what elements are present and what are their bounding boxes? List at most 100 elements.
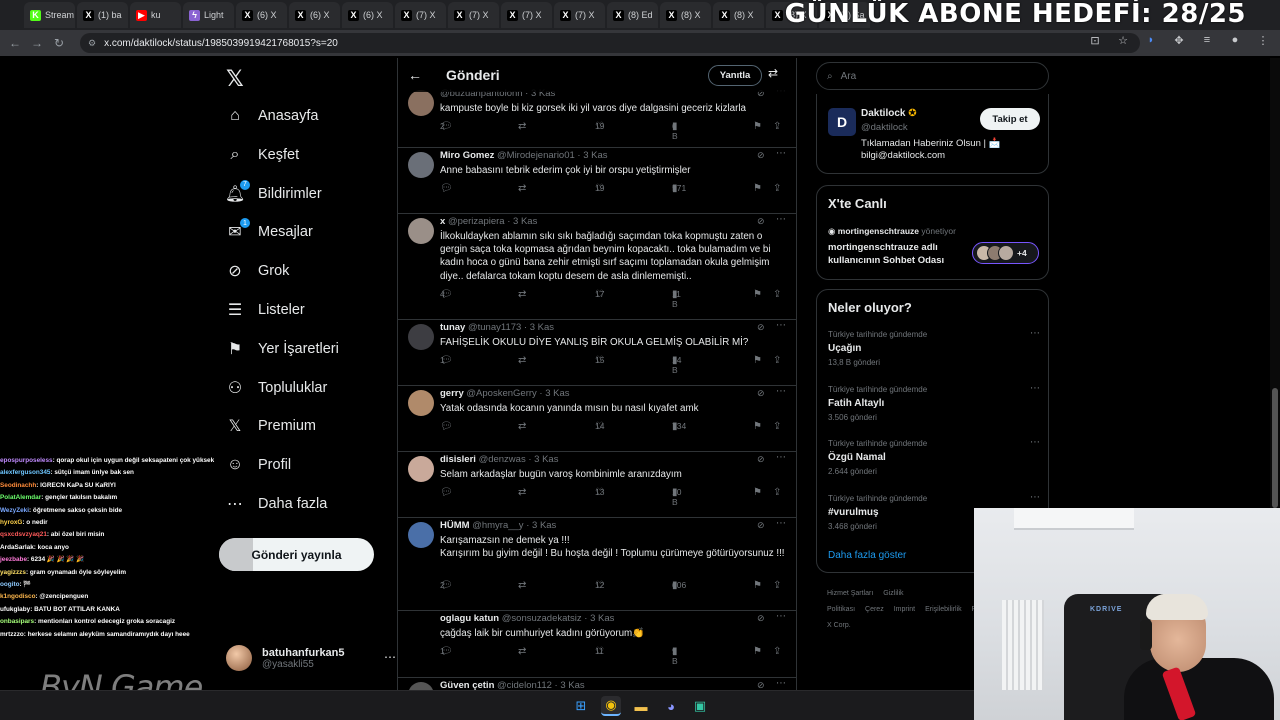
grok-icon[interactable]: ⊘ — [757, 322, 765, 333]
avatar[interactable] — [408, 390, 434, 416]
footer-link[interactable]: Çerez — [865, 606, 884, 613]
tab-search-icon[interactable]: ≡ — [1200, 33, 1214, 47]
grok-icon[interactable]: ⊘ — [757, 520, 765, 531]
post-time[interactable]: 3 Kas — [583, 150, 607, 161]
post-time[interactable]: 3 Kas — [530, 322, 554, 333]
browser-tab[interactable]: X (1) ba — [77, 2, 128, 28]
bookmark-star-icon[interactable]: ☆ — [1116, 33, 1130, 47]
nav-item-daha-fazla[interactable]: ⋯ Daha fazla — [226, 486, 327, 522]
post-time[interactable]: 3 Kas — [534, 454, 558, 465]
site-info-icon[interactable]: ⚙ — [88, 38, 96, 49]
post-author-handle[interactable]: @hmyra__y — [472, 520, 523, 531]
post-author-name[interactable]: disisleri — [440, 454, 476, 465]
post-time[interactable]: 3 Kas — [532, 520, 556, 531]
follow-button[interactable]: Takip et — [980, 108, 1040, 130]
post-author-name[interactable]: x — [440, 216, 445, 227]
post-button[interactable]: Gönderi yayınla — [219, 538, 374, 571]
forward-icon[interactable]: → — [26, 32, 48, 54]
live-spaces-card[interactable]: X'te Canlı ◉ mortingenschtrauze yönetiyo… — [816, 185, 1049, 280]
trend-item[interactable]: Türkiye tarihinde gündemde Fatih Altaylı 3… — [828, 383, 1040, 422]
avatar[interactable] — [408, 522, 434, 548]
windows-start-icon[interactable]: ⊞ — [571, 696, 591, 716]
post-time[interactable]: 3 Kas — [590, 613, 614, 624]
more-options-icon[interactable]: ⋯ — [776, 518, 786, 529]
reply-sort-button[interactable]: Yanıtla — [708, 65, 762, 86]
grok-icon[interactable]: ⊘ — [757, 216, 765, 227]
reply-post[interactable]: HÜMM @hmyra__y · 3 Kas ⊘ ⋯ Karışamazsın ne … — [398, 518, 796, 611]
grok-icon[interactable]: ⊘ — [757, 613, 765, 624]
nav-item-yer-i-şaretleri[interactable]: ⚑ Yer İşaretleri — [226, 331, 339, 367]
nav-item-anasayfa[interactable]: ⌂ Anasayfa — [226, 98, 318, 134]
nav-item-mesajlar[interactable]: ✉ 1 Mesajlar — [226, 214, 313, 250]
reply-post[interactable]: x @perizapiera · 3 Kas ⊘ ⋯ İlkokuldayken ab… — [398, 214, 796, 320]
footer-link[interactable]: Hizmet Şartları — [827, 590, 873, 597]
more-options-icon[interactable]: ⋯ — [1030, 383, 1040, 394]
reply-post[interactable]: @buzuanpantolonn · 3 Kas⊘⋯kampuste boyle… — [398, 86, 796, 148]
browser-tab[interactable]: X (7) X — [554, 2, 605, 28]
grok-icon[interactable]: ⊘ — [757, 454, 765, 465]
install-app-icon[interactable]: ⊡ — [1088, 33, 1102, 47]
x-logo-icon[interactable]: 𝕏 — [226, 66, 244, 92]
more-options-icon[interactable]: ⋯ — [1030, 492, 1040, 503]
post-time[interactable]: 3 Kas — [513, 216, 537, 227]
post-author-handle[interactable]: @sonsuzadekatsiz — [502, 613, 582, 624]
more-options-icon[interactable]: ⋯ — [1030, 328, 1040, 339]
nav-item-premium[interactable]: 𝕏 Premium — [226, 408, 316, 444]
space-listeners[interactable]: +4 — [972, 242, 1039, 264]
footer-link[interactable]: Imprint — [894, 606, 915, 613]
nav-item-keşfet[interactable]: ⌕ Keşfet — [226, 137, 300, 173]
browser-tab[interactable]: X (8) Ed — [607, 2, 658, 28]
more-options-icon[interactable]: ⋯ — [776, 214, 786, 225]
more-options-icon[interactable]: ⋯ — [776, 386, 786, 397]
nav-item-topluluklar[interactable]: ⚇ Topluluklar — [226, 370, 328, 406]
post-author-name[interactable]: gerry — [440, 388, 464, 399]
more-options-icon[interactable]: ⋯ — [776, 678, 786, 689]
post-author-name[interactable]: HÜMM — [440, 520, 470, 531]
profile-avatar-icon[interactable]: ● — [1228, 33, 1242, 47]
post-author-handle[interactable]: @Mirodejenario01 — [497, 150, 575, 161]
back-arrow-icon[interactable]: ← — [408, 67, 422, 83]
browser-tab[interactable]: ▶ ku — [130, 2, 181, 28]
grok-icon[interactable]: ⊘ — [757, 388, 765, 399]
search-input[interactable]: ⌕ Ara — [816, 62, 1049, 90]
browser-tab[interactable]: X (6) X — [342, 2, 393, 28]
browser-tab[interactable]: X (6) X — [289, 2, 340, 28]
more-options-icon[interactable]: ⋯ — [776, 452, 786, 463]
post-author-handle[interactable]: @AposkenGerry — [466, 388, 536, 399]
trend-item[interactable]: Türkiye tarihinde gündemde Özgü Namal 2.64… — [828, 437, 1040, 476]
back-icon[interactable]: ← — [4, 32, 26, 54]
more-options-icon[interactable]: ⋯ — [1030, 437, 1040, 448]
file-explorer-icon[interactable]: ▬ — [631, 696, 651, 716]
trend-item[interactable]: Türkiye tarihinde gündemde Uçağın 13,8 B g… — [828, 328, 1040, 367]
discord-icon[interactable]: ◕ — [661, 696, 681, 716]
filter-sliders-icon[interactable]: ⇄ — [768, 66, 778, 80]
browser-tab[interactable]: ϟ Light — [183, 2, 234, 28]
post-time[interactable]: 3 Kas — [545, 388, 569, 399]
post-author-handle[interactable]: @denzwas — [479, 454, 526, 465]
account-name[interactable]: Daktilock ✪ — [861, 108, 917, 119]
browser-tab[interactable]: X (7) X — [395, 2, 446, 28]
more-options-icon[interactable]: ⋯ — [384, 650, 396, 664]
avatar[interactable] — [408, 90, 434, 116]
app-icon[interactable]: ▣ — [690, 696, 710, 716]
avatar[interactable] — [408, 615, 434, 641]
post-author-name[interactable]: tunay — [440, 322, 465, 333]
reply-post[interactable]: tunay @tunay1173 · 3 Kas ⊘ ⋯ FAHİŞELİK OKUL… — [398, 320, 796, 386]
extensions-puzzle-icon[interactable]: ✥ — [1172, 33, 1186, 47]
browser-menu-icon[interactable]: ⋮ — [1256, 33, 1270, 47]
post-author-handle[interactable]: @tunay1173 — [468, 322, 521, 333]
nav-item-listeler[interactable]: ☰ Listeler — [226, 292, 305, 328]
avatar[interactable] — [408, 218, 434, 244]
nav-item-bildirimler[interactable]: 🔔︎ 7 Bildirimler — [225, 176, 322, 212]
footer-link[interactable]: Erişilebilirlik — [925, 606, 962, 613]
avatar[interactable] — [408, 152, 434, 178]
reply-post[interactable]: Miro Gomez @Mirodejenario01 · 3 Kas ⊘ ⋯ Ann… — [398, 148, 796, 214]
show-more-link[interactable]: Daha fazla göster — [828, 550, 906, 561]
avatar[interactable] — [408, 456, 434, 482]
more-options-icon[interactable]: ⋯ — [776, 611, 786, 622]
extension-icon[interactable]: ◗ — [1144, 33, 1158, 47]
browser-tab[interactable]: X (6) X — [236, 2, 287, 28]
more-options-icon[interactable]: ⋯ — [776, 320, 786, 331]
nav-item-profil[interactable]: ☺ Profil — [226, 447, 291, 483]
post-author-name[interactable]: oglagu katun — [440, 613, 499, 624]
